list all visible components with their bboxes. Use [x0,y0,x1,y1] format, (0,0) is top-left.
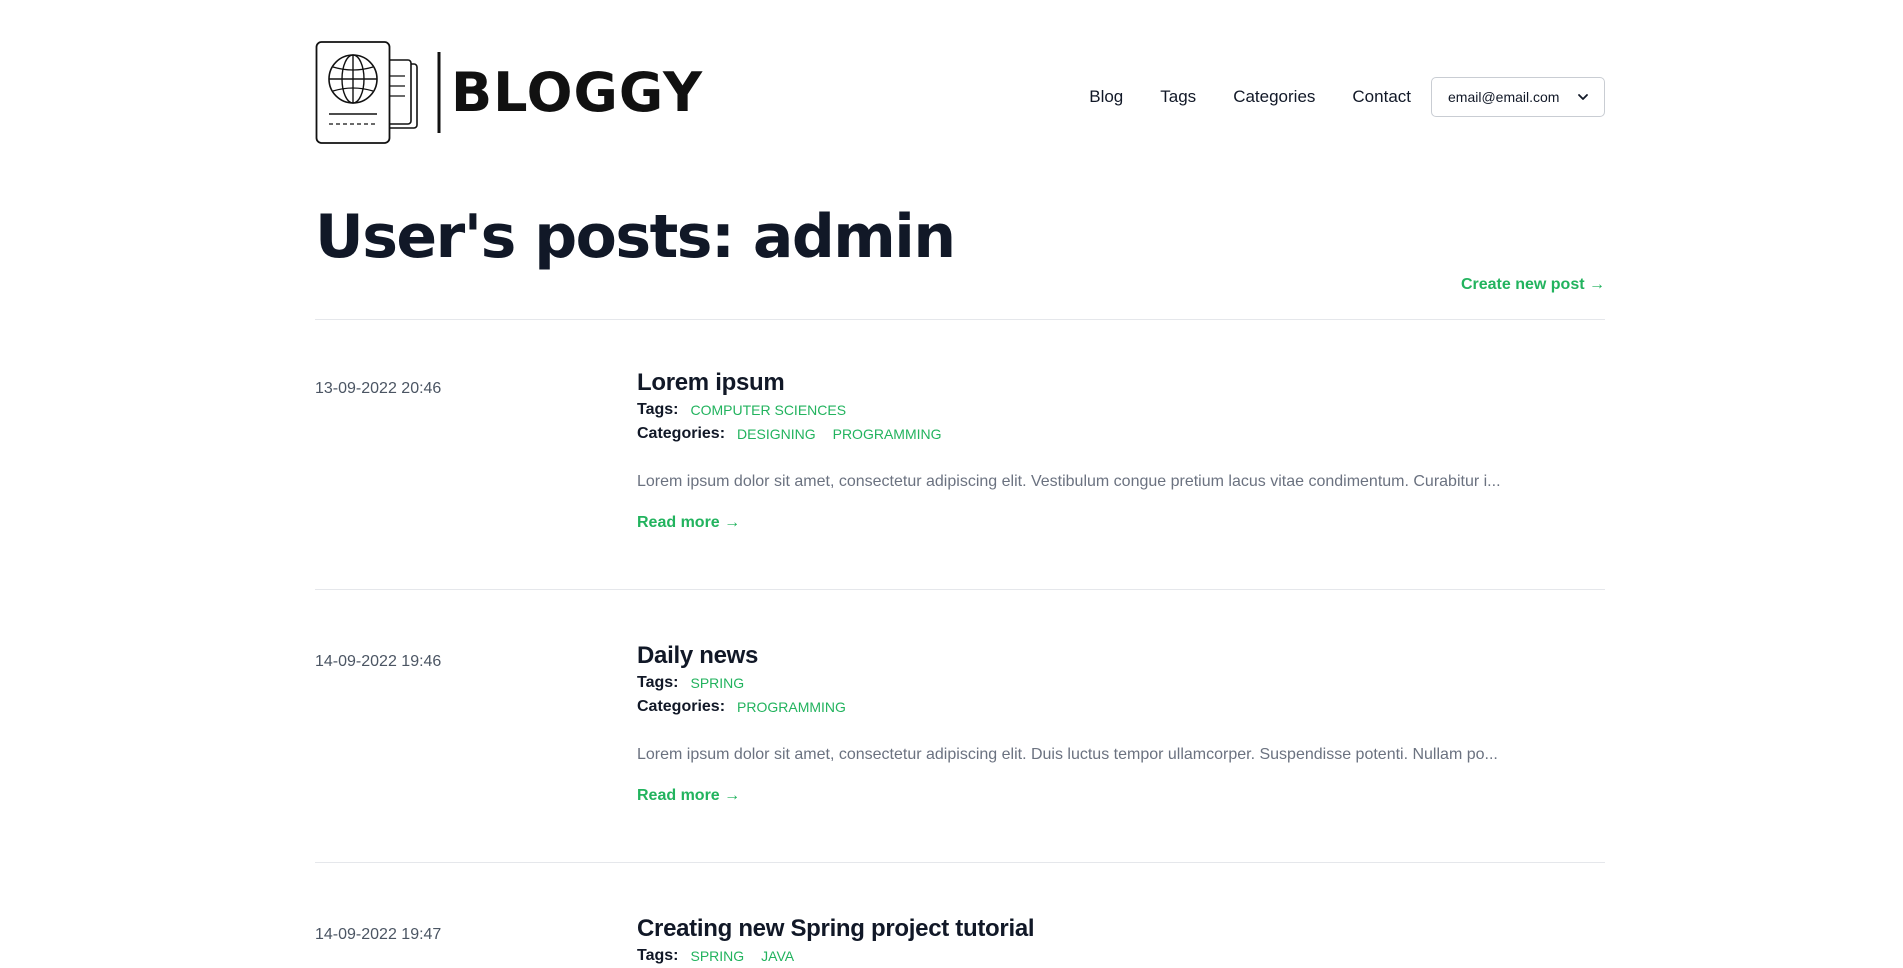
categories-label: Categories: [637,425,726,442]
user-email: email@email.com [1448,89,1560,105]
post-title-link[interactable]: Daily news [637,642,758,669]
nav-item-blog[interactable]: Blog [1089,77,1123,117]
post-categories: Categories: DESIGNING PROGRAMMING [637,422,1605,446]
post-body: Lorem ipsum Tags: COMPUTER SCIENCES Cate… [637,368,1605,532]
divider [315,589,1605,590]
post-tags: Tags: COMPUTER SCIENCES [637,398,1605,422]
page-title: User's posts: admin [315,202,956,272]
tags-label: Tags: [637,947,679,964]
post-title[interactable]: Daily news [637,641,1605,671]
tag-chip[interactable]: SPRING [690,944,744,968]
tags-label: Tags: [637,674,679,691]
post-title-link[interactable]: Creating new Spring project tutorial [637,915,1035,942]
chevron-down-icon [1578,94,1588,100]
post-categories: Categories: PROGRAMMING [637,695,1605,719]
page-container: BLOGGY Blog Tags Categories Contact emai… [315,0,1605,964]
post-excerpt: Lorem ipsum dolor sit amet, consectetur … [637,473,1501,490]
nav-item-tags[interactable]: Tags [1160,77,1196,117]
divider [315,319,1605,320]
tag-chip[interactable]: COMPUTER SCIENCES [690,398,846,422]
post-body: Creating new Spring project tutorial Tag… [637,914,1605,968]
post-tags: Tags: SPRING [637,671,1605,695]
post-excerpt: Lorem ipsum dolor sit amet, consectetur … [637,746,1498,763]
site-header: BLOGGY Blog Tags Categories Contact emai… [315,0,1605,160]
read-more-link[interactable]: Read more → [637,787,740,805]
categories-label: Categories: [637,698,726,715]
post-body: Daily news Tags: SPRING Categories: PROG… [637,641,1605,805]
post-date: 13-09-2022 20:46 [315,380,442,397]
category-chip[interactable]: DESIGNING [737,422,816,446]
nav-item-categories[interactable]: Categories [1233,77,1315,117]
post-title[interactable]: Creating new Spring project tutorial [637,914,1605,944]
category-chip[interactable]: PROGRAMMING [737,695,846,719]
main-nav: Blog Tags Categories Contact email@email… [1089,77,1605,117]
post-title-link[interactable]: Lorem ipsum [637,369,785,396]
tag-chip[interactable]: SPRING [690,671,744,695]
read-more-link[interactable]: Read more → [637,514,740,532]
post-title[interactable]: Lorem ipsum [637,368,1605,398]
divider [315,862,1605,863]
create-new-post-link[interactable]: Create new post → [1461,276,1605,294]
nav-item-contact[interactable]: Contact [1352,77,1411,117]
category-chip[interactable]: PROGRAMMING [833,422,942,446]
post-date: 14-09-2022 19:47 [315,926,442,943]
tag-chip[interactable]: JAVA [761,944,794,968]
post-date: 14-09-2022 19:46 [315,653,442,670]
user-menu-dropdown[interactable]: email@email.com [1431,77,1605,117]
brand-name: BLOGGY [451,61,704,124]
post-tags: Tags: SPRING JAVA [637,944,1605,968]
tags-label: Tags: [637,401,679,418]
